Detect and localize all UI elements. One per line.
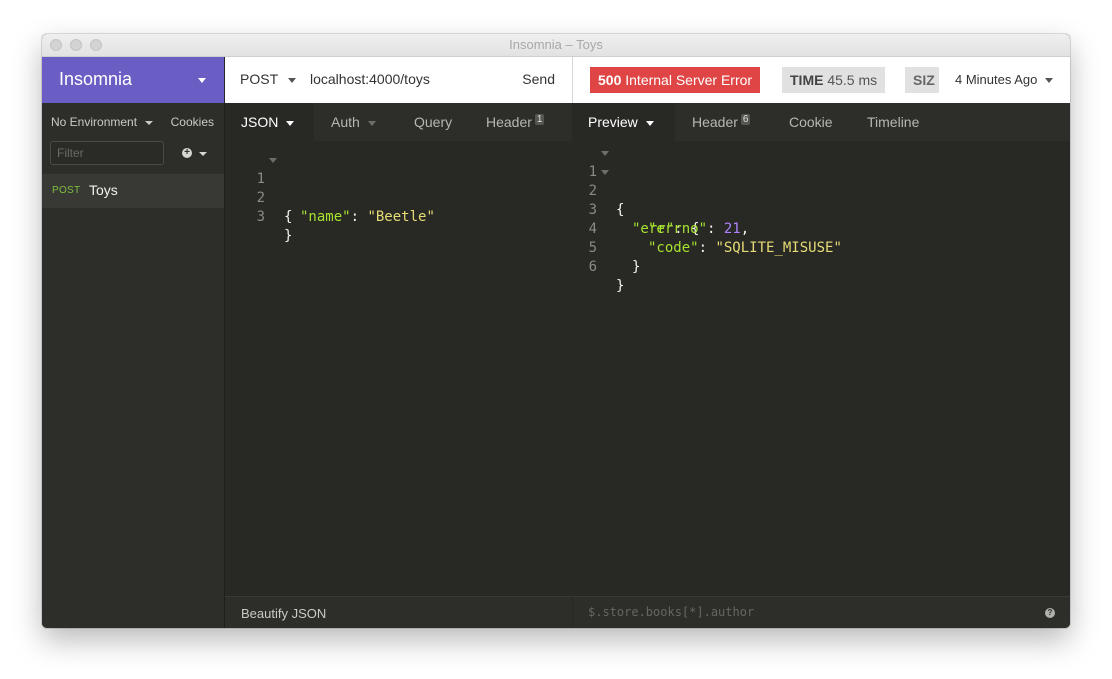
workspace-menu[interactable]: Insomnia [42, 57, 224, 103]
request-body-editor[interactable]: 1 { 2 "name": "Beetle" 3 } [225, 151, 572, 581]
json-colon: : [707, 221, 724, 237]
json-number: 21 [723, 221, 741, 237]
chevron-down-icon [199, 152, 207, 156]
json-colon: : [698, 240, 716, 256]
response-tabs: Preview Header 6 Cookie Timeline [573, 103, 1070, 141]
tab-query[interactable]: Query [414, 103, 452, 141]
code-line: 6 } [573, 239, 625, 294]
response-body-viewer[interactable]: 1 { 2 "err": { 3 "errno": 21, 4 "code": … [573, 144, 1070, 584]
sidebar-item-toys[interactable]: POST Toys [42, 174, 224, 208]
chevron-down-icon [645, 120, 654, 126]
url-bar: POST localhost:4000/toys Send [225, 57, 573, 103]
zoom-window-button[interactable] [90, 39, 102, 51]
time-value: 45.5 ms [827, 72, 878, 88]
status-code: 500 [598, 72, 622, 88]
tab-timeline[interactable]: Timeline [867, 103, 919, 141]
code-line: 5 } [573, 220, 641, 275]
chevron-down-icon [288, 77, 297, 83]
json-key: "name" [300, 209, 351, 225]
tab-label: Cookie [789, 114, 833, 130]
brand-name: Insomnia [59, 69, 133, 89]
fold-arrow-icon[interactable] [601, 151, 609, 156]
url-input[interactable]: localhost:4000/toys [310, 71, 430, 87]
fold-arrow-icon[interactable] [269, 158, 277, 163]
sidebar: No Environment Cookies + POST Toys [42, 103, 225, 628]
close-window-button[interactable] [50, 39, 62, 51]
chevron-down-icon [198, 78, 206, 83]
environment-label: No Environment [51, 115, 138, 129]
json-key: "code" [648, 240, 699, 256]
tab-label: Timeline [867, 114, 920, 130]
code-line: 4 "code": "SQLITE_MISUSE" [573, 201, 842, 256]
tab-auth[interactable]: Auth [331, 103, 376, 141]
history-dropdown[interactable]: 4 Minutes Ago [955, 72, 1054, 87]
fold-arrow-icon[interactable] [601, 170, 609, 175]
window-title: Insomnia – Toys [509, 37, 603, 52]
json-string: "Beetle" [367, 209, 435, 225]
method-label: POST [240, 71, 279, 87]
json-comma: , [740, 221, 750, 237]
json-colon: : [350, 209, 368, 225]
request-footer: Beautify JSON [225, 596, 572, 628]
title-bar: Insomnia – Toys [42, 34, 1070, 57]
minimize-window-button[interactable] [70, 39, 82, 51]
environment-dropdown[interactable]: No Environment [51, 115, 154, 129]
method-dropdown[interactable]: POST [240, 71, 297, 87]
cookies-button[interactable]: Cookies [171, 115, 214, 129]
tab-response-header[interactable]: Header 6 [692, 103, 751, 141]
send-button[interactable]: Send [522, 71, 555, 87]
add-request-button[interactable]: + [182, 146, 212, 162]
tab-label: Auth [331, 114, 360, 130]
chevron-down-icon [145, 120, 154, 125]
header-count-badge: 1 [534, 114, 545, 125]
filter-input[interactable] [50, 141, 164, 165]
app-window: Insomnia – Toys Insomnia No Environment … [42, 34, 1070, 628]
request-name: Toys [89, 182, 118, 198]
time-label: TIME [790, 72, 824, 88]
tab-label: Preview [588, 114, 638, 130]
code-text: } [632, 259, 641, 275]
code-line: 3 } [225, 189, 293, 244]
tab-label: JSON [241, 114, 279, 130]
code-text: } [616, 278, 625, 294]
line-number: 6 [588, 259, 597, 275]
tab-header[interactable]: Header 1 [486, 103, 545, 141]
chevron-down-icon [367, 120, 376, 126]
code-line: 2 "err": { [573, 163, 699, 237]
status-text: Internal Server Error [625, 72, 753, 88]
tab-cookie[interactable]: Cookie [789, 103, 833, 141]
history-label: 4 Minutes Ago [955, 72, 1038, 87]
code-line: 1 { [573, 144, 624, 218]
json-key: "errno" [648, 221, 708, 237]
tab-label: Header [486, 114, 532, 130]
response-header: 500 Internal Server Error TIME 45.5 ms S… [573, 57, 1070, 103]
header-count-badge: 6 [740, 114, 751, 125]
code-text: { [284, 209, 293, 225]
json-filter-input[interactable]: $.store.books[*].author [588, 605, 754, 619]
tab-json[interactable]: JSON [225, 103, 314, 141]
tab-preview[interactable]: Preview [573, 103, 675, 141]
time-badge: TIME 45.5 ms [782, 67, 886, 93]
plus-circle-icon: + [182, 148, 192, 158]
help-icon[interactable]: ? [1045, 608, 1055, 618]
response-footer: $.store.books[*].author ? [573, 596, 1070, 628]
tab-label: Query [414, 114, 453, 130]
beautify-json-button[interactable]: Beautify JSON [241, 606, 326, 621]
json-string: "SQLITE_MISUSE" [715, 240, 842, 256]
line-number: 3 [256, 209, 265, 225]
status-badge: 500 Internal Server Error [590, 67, 761, 93]
chevron-down-icon [1045, 78, 1054, 84]
request-method-badge: POST [52, 185, 81, 196]
code-line: 3 "errno": 21, [573, 182, 750, 237]
code-text: } [284, 228, 293, 244]
size-badge: SIZ [905, 67, 939, 93]
chevron-down-icon [286, 120, 295, 126]
tab-label: Header [692, 114, 738, 130]
code-line: 2 "name": "Beetle" [225, 170, 435, 225]
request-tabs: JSON Auth Query Header 1 [225, 103, 572, 141]
code-line: 1 { [225, 151, 292, 225]
